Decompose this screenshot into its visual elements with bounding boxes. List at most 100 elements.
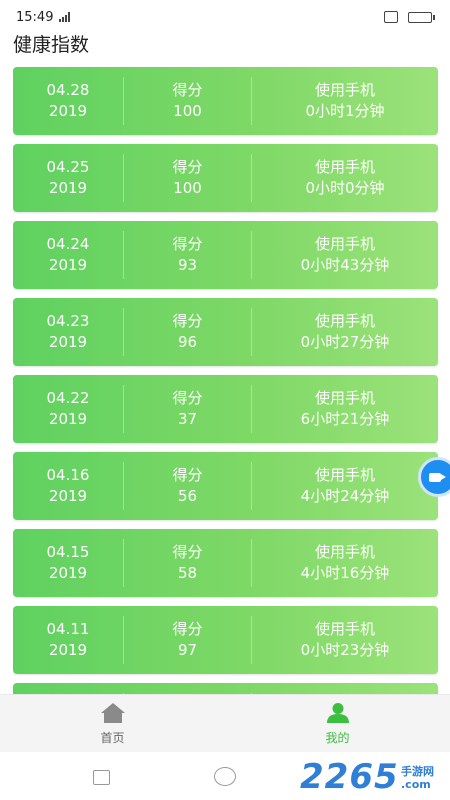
video-camera-icon [429,472,446,482]
record-usage-column: 使用手机 4小时24分钟 [251,462,438,510]
usage-label: 使用手机 [314,81,375,99]
usage-value: 0小时43分钟 [300,256,390,274]
record-date: 04.22 [46,389,90,407]
usage-label: 使用手机 [314,235,375,253]
record-card[interactable]: 04.22 2019 得分 37 使用手机 6小时21分钟 [13,375,438,443]
record-card[interactable]: 04.16 2019 得分 56 使用手机 4小时24分钟 [13,452,438,520]
usage-label: 使用手机 [314,158,375,176]
usage-label: 使用手机 [314,543,375,561]
page-title: 健康指数 [13,34,90,56]
record-card[interactable]: 04.23 2019 得分 96 使用手机 0小时27分钟 [13,298,438,366]
score-label: 得分 [172,543,203,561]
record-card[interactable]: 04.28 2019 得分 100 使用手机 0小时1分钟 [13,67,438,135]
record-date: 04.24 [46,235,90,253]
score-value: 100 [173,179,202,197]
score-value: 58 [177,564,198,582]
nav-mine-label: 我的 [325,731,350,745]
record-date-column: 04.25 2019 [13,154,123,202]
record-score-column: 得分 100 [123,154,251,202]
bottom-nav: 首页 我的 [0,694,450,753]
usage-label: 使用手机 [314,312,375,330]
record-usage-column: 使用手机 0小时43分钟 [251,231,438,279]
record-year: 2019 [48,256,88,274]
health-record-list[interactable]: 04.28 2019 得分 100 使用手机 0小时1分钟 04.25 2019 得分 100 使用… [13,67,438,695]
battery-icon [408,11,435,23]
usage-value: 6小时21分钟 [300,410,390,428]
status-bar: 15:49 [0,0,450,34]
score-value: 56 [177,487,198,505]
record-score-column: 得分 100 [123,77,251,125]
record-date: 04.16 [46,466,90,484]
record-score-column: 得分 93 [123,231,251,279]
nav-home-label: 首页 [100,731,125,745]
score-value: 37 [177,410,198,428]
score-label: 得分 [172,620,203,638]
record-date-column: 04.11 2019 [13,616,123,664]
record-date: 04.28 [46,81,90,99]
usage-label: 使用手机 [314,389,375,407]
record-date-column: 04.24 2019 [13,231,123,279]
record-year: 2019 [48,564,88,582]
record-year: 2019 [48,641,88,659]
score-label: 得分 [172,312,203,330]
signal-icon [59,12,71,22]
usage-value: 0小时23分钟 [300,641,390,659]
record-usage-column: 使用手机 0小时27分钟 [251,308,438,356]
score-label: 得分 [172,466,203,484]
record-year: 2019 [48,102,88,120]
vibrate-icon [384,11,398,23]
record-year: 2019 [48,410,88,428]
status-right [384,11,435,23]
record-usage-column: 使用手机 0小时23分钟 [251,616,438,664]
usage-value: 0小时0分钟 [305,179,385,197]
record-score-column: 得分 56 [123,462,251,510]
score-value: 93 [177,256,198,274]
nav-item-home[interactable]: 首页 [0,695,225,753]
usage-label: 使用手机 [314,466,375,484]
score-label: 得分 [172,389,203,407]
record-year: 2019 [48,179,88,197]
record-date-column: 04.23 2019 [13,308,123,356]
score-label: 得分 [172,158,203,176]
status-time: 15:49 [16,9,54,25]
record-score-column: 得分 96 [123,308,251,356]
user-icon [326,703,349,723]
record-score-column: 得分 97 [123,616,251,664]
record-date: 04.23 [46,312,90,330]
watermark-text: 手游网 .com [401,765,434,791]
record-year: 2019 [48,333,88,351]
status-left: 15:49 [16,9,71,25]
floating-video-button[interactable] [418,457,450,497]
record-usage-column: 使用手机 0小时0分钟 [251,154,438,202]
usage-value: 4小时24分钟 [300,487,390,505]
record-date-column: 04.15 2019 [13,539,123,587]
score-value: 96 [177,333,198,351]
record-card[interactable]: 04.11 2019 得分 97 使用手机 0小时23分钟 [13,606,438,674]
record-date: 04.25 [46,158,90,176]
record-year: 2019 [48,487,88,505]
home-icon [100,703,125,723]
record-date: 04.15 [46,543,90,561]
record-usage-column: 使用手机 0小时1分钟 [251,77,438,125]
nav-item-mine[interactable]: 我的 [225,695,450,753]
score-label: 得分 [172,81,203,99]
record-date-column: 04.28 2019 [13,77,123,125]
score-label: 得分 [172,235,203,253]
record-card[interactable]: 04.15 2019 得分 58 使用手机 4小时16分钟 [13,529,438,597]
record-card[interactable]: 04.24 2019 得分 93 使用手机 0小时43分钟 [13,221,438,289]
usage-value: 0小时27分钟 [300,333,390,351]
record-date-column: 04.16 2019 [13,462,123,510]
score-value: 100 [173,102,202,120]
record-score-column: 得分 37 [123,385,251,433]
home-circle-icon[interactable] [214,767,236,786]
usage-value: 0小时1分钟 [305,102,385,120]
usage-value: 4小时16分钟 [300,564,390,582]
usage-label: 使用手机 [314,620,375,638]
record-date: 04.11 [46,620,90,638]
record-usage-column: 使用手机 4小时16分钟 [251,539,438,587]
record-card[interactable]: 04.25 2019 得分 100 使用手机 0小时0分钟 [13,144,438,212]
record-date-column: 04.22 2019 [13,385,123,433]
record-usage-column: 使用手机 6小时21分钟 [251,385,438,433]
record-score-column: 得分 58 [123,539,251,587]
recent-apps-icon[interactable] [93,770,110,785]
